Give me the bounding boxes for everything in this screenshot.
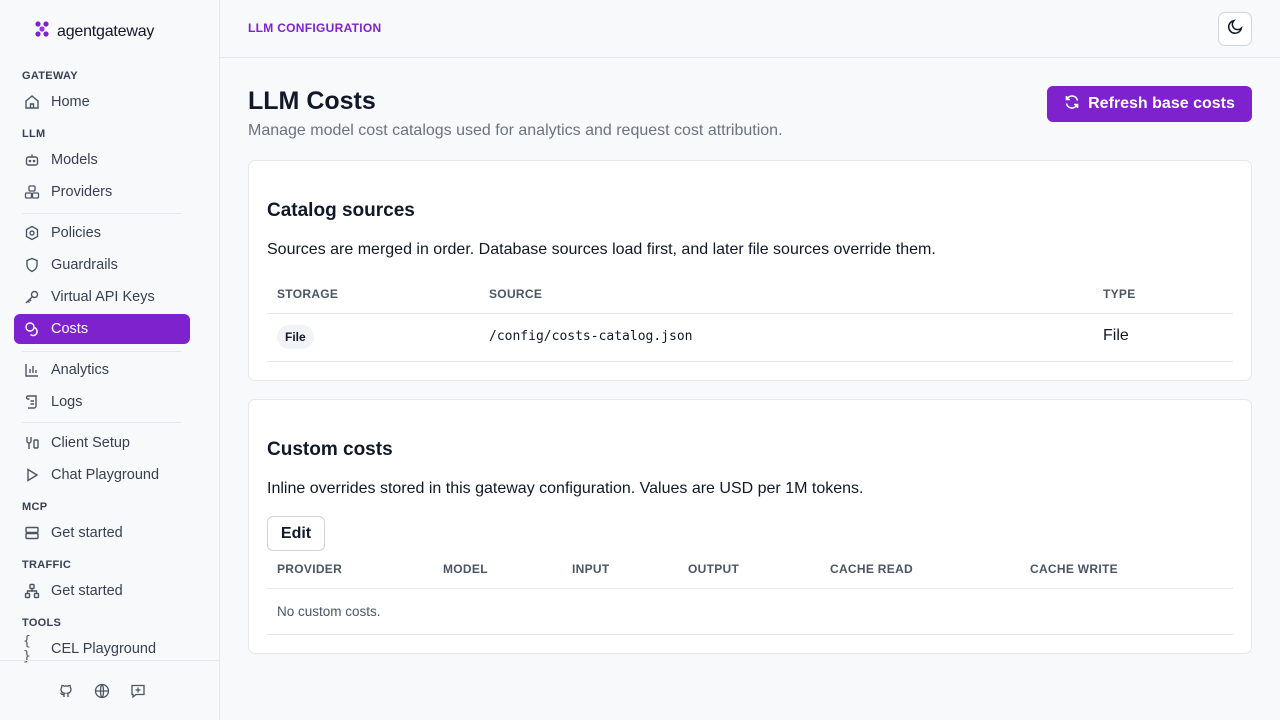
- edit-button[interactable]: Edit: [267, 516, 325, 551]
- section-label-gateway: GATEWAY: [22, 70, 78, 82]
- sidebar-item-virtual-api-keys[interactable]: Virtual API Keys: [14, 282, 190, 312]
- table-divider: [267, 588, 1233, 589]
- catalog-sources-description: Sources are merged in order. Database so…: [267, 241, 936, 258]
- column-header-cache-read: CACHE READ: [830, 562, 914, 576]
- refresh-label: Refresh base costs: [1088, 95, 1235, 112]
- sidebar-item-label: Get started: [51, 583, 123, 599]
- sidebar-item-label: Home: [51, 94, 90, 110]
- sidebar-item-providers[interactable]: Providers: [14, 177, 190, 207]
- sidebar-item-home[interactable]: Home: [14, 87, 190, 117]
- column-header-output: OUTPUT: [688, 562, 740, 576]
- source-type: File: [1103, 327, 1129, 344]
- sidebar-item-chat-playground[interactable]: Chat Playground: [14, 460, 190, 490]
- column-header-provider: PROVIDER: [277, 562, 343, 576]
- sidebar-item-logs[interactable]: Logs: [14, 387, 190, 417]
- breadcrumb[interactable]: LLM CONFIGURATION: [248, 21, 382, 35]
- storage-badge: File: [277, 325, 314, 349]
- coins-icon: [23, 320, 41, 338]
- table-divider: [267, 634, 1233, 635]
- sidebar-item-guardrails[interactable]: Guardrails: [14, 250, 190, 280]
- custom-costs-description: Inline overrides stored in this gateway …: [267, 480, 864, 497]
- sidebar: agentgateway GATEWAY Home LLM Models Pro…: [0, 0, 220, 720]
- brand-name: agentgateway: [57, 22, 155, 40]
- logo[interactable]: agentgateway: [33, 20, 154, 43]
- refresh-base-costs-button[interactable]: Refresh base costs: [1047, 86, 1252, 122]
- plug-icon: [23, 434, 41, 452]
- refresh-icon: [1064, 94, 1080, 115]
- sidebar-item-label: Logs: [51, 394, 83, 410]
- table-divider: [267, 361, 1233, 362]
- sidebar-item-mcp-get-started[interactable]: Get started: [14, 518, 190, 548]
- catalog-sources-card: Catalog sources Sources are merged in or…: [248, 160, 1252, 381]
- sidebar-item-label: Get started: [51, 525, 123, 541]
- sidebar-divider: [22, 422, 181, 423]
- sidebar-item-label: Guardrails: [51, 257, 118, 273]
- column-header-input: INPUT: [572, 562, 610, 576]
- empty-state: No custom costs.: [277, 604, 381, 619]
- sidebar-item-label: Client Setup: [51, 435, 130, 451]
- sidebar-item-analytics[interactable]: Analytics: [14, 355, 190, 385]
- column-header-type: TYPE: [1103, 287, 1136, 301]
- sidebar-item-label: Chat Playground: [51, 467, 160, 483]
- sidebar-item-models[interactable]: Models: [14, 145, 190, 175]
- sidebar-item-label: Models: [51, 152, 98, 168]
- sidebar-item-policies[interactable]: Policies: [14, 218, 190, 248]
- page-title: LLM Costs: [248, 87, 376, 115]
- table-divider: [267, 313, 1233, 314]
- policy-icon: [23, 224, 41, 242]
- catalog-sources-title: Catalog sources: [267, 200, 415, 221]
- bot-icon: [23, 151, 41, 169]
- shield-icon: [23, 256, 41, 274]
- column-header-source: SOURCE: [489, 287, 543, 301]
- top-bar: LLM CONFIGURATION: [220, 0, 1280, 58]
- key-icon: [23, 288, 41, 306]
- moon-icon: [1227, 18, 1244, 40]
- theme-toggle-button[interactable]: [1218, 12, 1252, 46]
- column-header-storage: STORAGE: [277, 287, 339, 301]
- custom-costs-title: Custom costs: [267, 439, 393, 460]
- sidebar-item-label: Virtual API Keys: [51, 289, 155, 305]
- scroll-icon: [23, 393, 41, 411]
- sidebar-item-label: Analytics: [51, 362, 110, 378]
- column-header-cache-write: CACHE WRITE: [1030, 562, 1118, 576]
- boxes-icon: [23, 183, 41, 201]
- sidebar-footer: [0, 660, 220, 720]
- network-icon: [23, 582, 41, 600]
- sidebar-item-costs[interactable]: Costs: [14, 314, 190, 344]
- braces-icon: { }: [23, 634, 31, 664]
- sidebar-item-traffic-get-started[interactable]: Get started: [14, 576, 190, 606]
- agentgateway-logo-icon: [33, 20, 51, 43]
- sidebar-divider: [22, 213, 181, 214]
- sidebar-item-label: Policies: [51, 225, 101, 241]
- sidebar-item-label: CEL Playground: [51, 641, 157, 657]
- sidebar-divider: [22, 351, 181, 352]
- sidebar-item-client-setup[interactable]: Client Setup: [14, 428, 190, 458]
- column-header-model: MODEL: [443, 562, 488, 576]
- section-label-tools: TOOLS: [22, 617, 62, 629]
- section-label-traffic: TRAFFIC: [22, 559, 72, 571]
- github-icon[interactable]: [57, 682, 75, 700]
- bar-chart-icon: [23, 361, 41, 379]
- sidebar-item-label: Costs: [51, 321, 89, 337]
- play-icon: [23, 466, 41, 484]
- source-path: /config/costs-catalog.json: [489, 329, 693, 344]
- page-subtitle: Manage model cost catalogs used for anal…: [248, 122, 783, 139]
- custom-costs-card: Custom costs Inline overrides stored in …: [248, 399, 1252, 654]
- globe-icon[interactable]: [93, 682, 111, 700]
- section-label-mcp: MCP: [22, 501, 48, 513]
- sidebar-item-label: Providers: [51, 184, 113, 200]
- section-label-llm: LLM: [22, 128, 46, 140]
- server-icon: [23, 524, 41, 542]
- feedback-icon[interactable]: [129, 682, 147, 700]
- home-icon: [23, 93, 41, 111]
